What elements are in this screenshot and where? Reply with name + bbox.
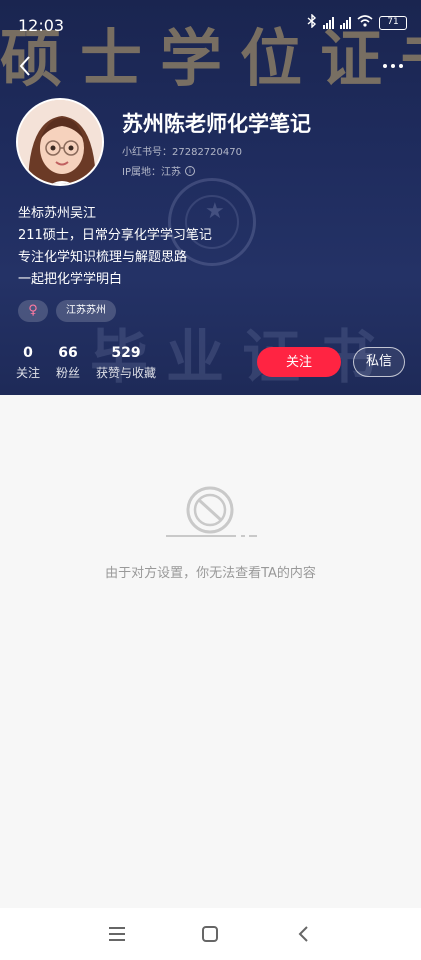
stat-label: 获赞与收藏: [96, 366, 157, 380]
status-time: 12:03: [18, 16, 65, 35]
signal-icon: [323, 17, 334, 29]
home-icon[interactable]: [198, 922, 222, 946]
chevron-left-icon: [19, 56, 30, 76]
ip-location: IP属地：江苏 i: [122, 163, 195, 178]
profile-id: 小红书号：27282720470: [122, 147, 242, 158]
bio-line: 专注化学知识梳理与解题思路: [18, 250, 188, 265]
profile-stats: 0 关注 66 粉丝 529 获赞与收藏: [16, 345, 156, 381]
stat-label: 粉丝: [56, 366, 81, 380]
more-options-button[interactable]: [379, 54, 407, 78]
profile-bio: 坐标苏州吴江 211硕士，日常分享化学学习笔记 专注化学知识梳理与解题思路 一起…: [18, 203, 212, 291]
avatar[interactable]: [16, 98, 104, 186]
more-dots-icon: [383, 64, 403, 68]
wifi-icon: [357, 15, 373, 31]
gender-female-icon: ♀: [18, 300, 48, 322]
stat-followers[interactable]: 66 粉丝: [56, 345, 80, 381]
stat-following[interactable]: 0 关注: [16, 345, 40, 381]
stat-number: 529: [111, 345, 141, 361]
system-navigation-bar: [0, 908, 421, 960]
back-nav-icon[interactable]: [292, 922, 316, 946]
profile-tags: ♀ 江苏苏州: [18, 300, 116, 322]
location-tag: 江苏苏州: [56, 300, 116, 322]
bio-line: 坐标苏州吴江: [18, 206, 97, 221]
stat-label: 关注: [16, 366, 41, 380]
battery-icon: 71: [379, 16, 407, 30]
bio-line: 一起把化学学明白: [18, 272, 123, 287]
stat-number: 0: [23, 345, 33, 361]
empty-state-text: 由于对方设置，你无法查看TA的内容: [105, 566, 316, 581]
message-button[interactable]: 私信: [353, 347, 405, 377]
ip-location-text: IP属地：江苏: [122, 167, 181, 178]
profile-header: 硕士学位证书 ★ 毕业证书 12:03 71: [0, 0, 421, 395]
bluetooth-icon: [307, 13, 317, 32]
stat-number: 66: [58, 345, 78, 361]
signal-icon-2: [340, 17, 351, 29]
follow-button[interactable]: 关注: [257, 347, 341, 377]
back-button[interactable]: [14, 54, 38, 78]
bio-line: 211硕士，日常分享化学学习笔记: [18, 228, 212, 243]
stat-likes-collects[interactable]: 529 获赞与收藏: [96, 345, 156, 381]
menu-icon[interactable]: [105, 922, 129, 946]
restricted-icon: [161, 482, 261, 542]
status-bar: 12:03 71: [0, 0, 421, 40]
avatar-illustration: [18, 100, 102, 184]
info-icon[interactable]: i: [184, 165, 195, 176]
status-icons: 71: [307, 13, 407, 32]
profile-name: 苏州陈老师化学笔记: [122, 112, 311, 136]
